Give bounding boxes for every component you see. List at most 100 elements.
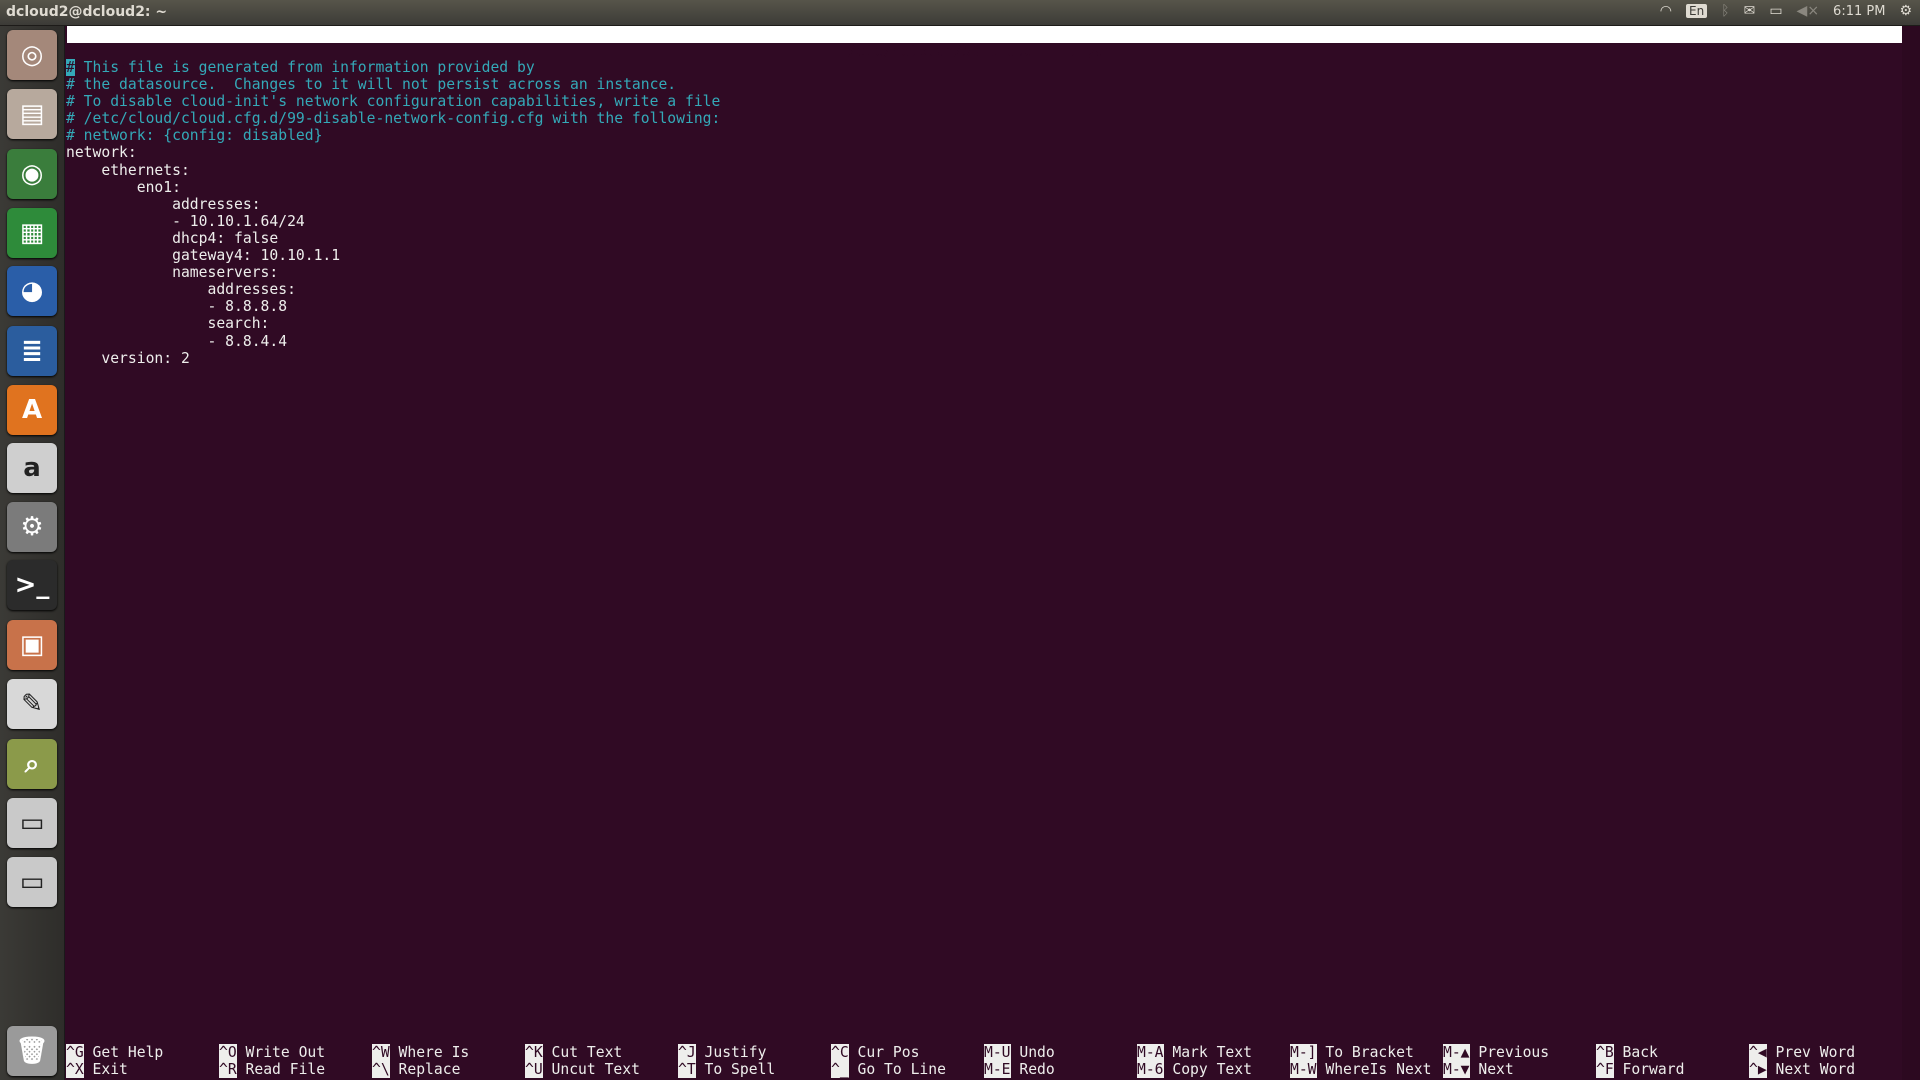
comment-text: This file is generated from information … <box>74 59 535 76</box>
shortcut-cut-text[interactable]: ^K Cut Text <box>525 1044 677 1061</box>
shortcut-write-out[interactable]: ^O Write Out <box>219 1044 371 1061</box>
shortcut-key: ^K <box>525 1044 543 1061</box>
editor-text-area[interactable]: # This file is generated from informatio… <box>66 59 720 367</box>
shortcut-exit[interactable]: ^X Exit <box>66 1061 218 1079</box>
shortcut-key: ^F <box>1596 1061 1614 1079</box>
shortcut-go-to-line[interactable]: ^_ Go To Line <box>831 1061 983 1079</box>
shortcut-redo[interactable]: M-E Redo <box>984 1061 1136 1079</box>
impress-icon[interactable]: ▣ <box>7 620 57 670</box>
shortcut-key: ^C <box>831 1044 849 1061</box>
code-line: nameservers: <box>66 264 279 282</box>
shortcut-next-word[interactable]: ^▶ Next Word <box>1749 1061 1901 1079</box>
shortcut-key: ^R <box>219 1061 237 1079</box>
shortcut-key: ^O <box>219 1044 237 1061</box>
shortcut-label: Write Out <box>236 1044 326 1061</box>
shortcut-key: ^\ <box>372 1061 390 1079</box>
clock[interactable]: 6:11 PM <box>1833 4 1885 19</box>
ubuntu-dash-icon[interactable]: ◎ <box>7 30 57 80</box>
shortcut-label: Mark Text <box>1163 1044 1252 1061</box>
system-tray: ◠ En ᛒ ✉ ▭ ◀× 6:11 PM ⚙ <box>1660 3 1912 19</box>
comment-line: # network: {config: disabled} <box>66 127 323 145</box>
shortcut-key: ^◀ <box>1749 1044 1767 1061</box>
shortcut-label: Previous <box>1469 1044 1550 1061</box>
code-line: search: <box>66 315 270 333</box>
shortcut-undo[interactable]: M-U Undo <box>984 1044 1136 1061</box>
shortcut-key: M-6 <box>1137 1061 1164 1079</box>
shortcut-forward[interactable]: ^F Forward <box>1596 1061 1748 1079</box>
shortcut-where-is[interactable]: ^W Where Is <box>372 1044 524 1061</box>
code-line: gateway4: 10.10.1.1 <box>66 247 341 265</box>
shortcut-label: Next <box>1469 1061 1514 1079</box>
shortcut-label: Get Help <box>83 1044 164 1061</box>
software-center-icon[interactable]: A <box>7 385 57 435</box>
system-settings-icon[interactable]: ⚙ <box>7 502 57 552</box>
drive-icon-2[interactable]: ▭ <box>7 857 57 907</box>
shortcut-key: ^W <box>372 1044 390 1061</box>
code-line: addresses: <box>66 195 261 213</box>
wifi-icon[interactable]: ◠ <box>1660 3 1672 19</box>
libreoffice-calc-icon[interactable]: ▦ <box>7 208 57 258</box>
code-line: version: 2 <box>66 349 190 367</box>
shortcut-whereis-next[interactable]: M-W WhereIs Next <box>1290 1061 1442 1079</box>
mail-icon[interactable]: ✉ <box>1744 3 1756 19</box>
shortcut-label: Uncut Text <box>542 1061 640 1079</box>
shortcut-key: ^J <box>678 1044 696 1061</box>
text-editor-icon[interactable]: ✎ <box>7 679 57 729</box>
shortcut-label: Next Word <box>1766 1061 1856 1079</box>
shortcut-key: M-] <box>1290 1044 1317 1061</box>
shortcut-back[interactable]: ^B Back <box>1596 1044 1748 1061</box>
code-line: eno1: <box>66 178 181 196</box>
firefox-icon[interactable]: ◕ <box>7 266 57 316</box>
shortcut-label: Go To Line <box>848 1061 946 1079</box>
shortcut-key: ^U <box>525 1061 543 1079</box>
shortcut-key: ^B <box>1596 1044 1614 1061</box>
battery-icon[interactable]: ▭ <box>1769 3 1782 19</box>
shortcut-read-file[interactable]: ^R Read File <box>219 1061 371 1079</box>
shortcut-get-help[interactable]: ^G Get Help <box>66 1044 218 1061</box>
shortcut-prev-word[interactable]: ^◀ Prev Word <box>1749 1044 1901 1061</box>
shortcut-justify[interactable]: ^J Justify <box>678 1044 830 1061</box>
shortcut-label: Exit <box>83 1061 128 1079</box>
bluetooth-icon[interactable]: ᛒ <box>1721 3 1729 19</box>
comment-line: # This file is generated from informatio… <box>66 59 720 76</box>
code-line: ethernets: <box>66 161 190 179</box>
shortcut-copy-text[interactable]: M-6 Copy Text <box>1137 1061 1289 1079</box>
shortcut-label: Back <box>1613 1044 1658 1061</box>
top-panel: dcloud2@dcloud2: ~ ◠ En ᛒ ✉ ▭ ◀× 6:11 PM… <box>0 0 1920 26</box>
shortcut-cur-pos[interactable]: ^C Cur Pos <box>831 1044 983 1061</box>
comment-line: # the datasource. Changes to it will not… <box>66 76 677 94</box>
shortcut-replace[interactable]: ^\ Replace <box>372 1061 524 1079</box>
code-line: - 10.10.1.64/24 <box>66 212 305 230</box>
shortcut-label: Copy Text <box>1163 1061 1252 1079</box>
shortcut-next[interactable]: M-▼ Next <box>1443 1061 1595 1079</box>
text-cursor: # <box>66 59 75 76</box>
files-icon[interactable]: ▤ <box>7 89 57 139</box>
image-viewer-icon[interactable]: ⌕ <box>7 739 57 789</box>
shortcut-label: To Bracket <box>1316 1044 1414 1061</box>
shortcut-key: ^▶ <box>1749 1061 1767 1079</box>
amazon-icon[interactable]: a <box>7 443 57 493</box>
power-gear-icon[interactable]: ⚙ <box>1899 3 1912 19</box>
code-line: network: <box>66 144 137 162</box>
shortcut-previous[interactable]: M-▲ Previous <box>1443 1044 1595 1061</box>
terminal-icon[interactable]: >_ <box>7 560 57 610</box>
libreoffice-writer-icon[interactable]: ≣ <box>7 326 57 376</box>
volume-muted-icon[interactable]: ◀× <box>1797 3 1820 19</box>
launcher: ◎ ▤ ◉ ▦ ◕ ≣ Aa ⚙ >_ ▣ ✎ ⌕ ▭ ▭ 🗑 <box>0 26 65 1080</box>
comment-line: # To disable cloud-init's network config… <box>66 93 721 111</box>
shortcut-to-spell[interactable]: ^T To Spell <box>678 1061 830 1079</box>
trash-icon[interactable]: 🗑 <box>7 1026 57 1076</box>
chrome-icon[interactable]: ◉ <box>7 149 57 199</box>
shortcut-label: Redo <box>1010 1061 1055 1079</box>
shortcut-label: To Spell <box>695 1061 776 1079</box>
window-title: dcloud2@dcloud2: ~ <box>6 4 168 20</box>
nano-title-bar: /etc/netplan/50-cloud-init.yaml GNU nano… <box>67 26 1902 77</box>
shortcut-label: Where Is <box>389 1044 470 1061</box>
code-line: addresses: <box>66 281 296 299</box>
drive-icon[interactable]: ▭ <box>7 798 57 848</box>
shortcut-uncut-text[interactable]: ^U Uncut Text <box>525 1061 677 1079</box>
keyboard-layout-indicator[interactable]: En <box>1685 4 1708 18</box>
shortcut-mark-text[interactable]: M-A Mark Text <box>1137 1044 1289 1061</box>
shortcut-to-bracket[interactable]: M-] To Bracket <box>1290 1044 1442 1061</box>
shortcut-label: Cut Text <box>542 1044 623 1061</box>
